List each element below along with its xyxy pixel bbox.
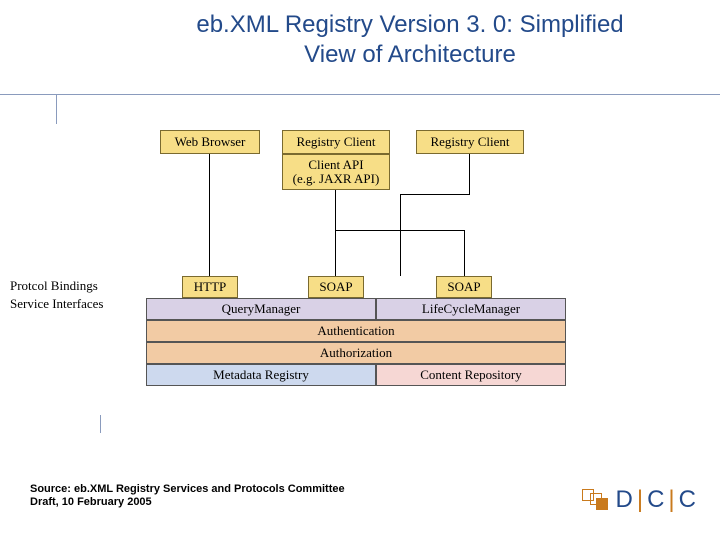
box-registry-client-2: Registry Client <box>416 130 524 154</box>
slide-title: eb.XML Registry Version 3. 0: Simplified… <box>0 0 720 76</box>
connector <box>335 190 336 276</box>
connector <box>209 154 210 276</box>
logo-sep-icon: | <box>635 486 647 513</box>
connector <box>400 194 401 276</box>
box-web-browser: Web Browser <box>160 130 260 154</box>
label-service-interfaces: Service Interfaces <box>10 296 103 312</box>
logo-letter-c1: C <box>647 486 666 513</box>
client-api-line1: Client API <box>308 158 363 172</box>
dcc-logo: D|C|C <box>582 486 699 514</box>
connector <box>335 230 465 231</box>
connector <box>400 194 470 195</box>
connector <box>469 154 470 194</box>
box-soap-2: SOAP <box>436 276 492 298</box>
architecture-diagram: Web Browser Registry Client Client API (… <box>60 130 660 430</box>
box-http: HTTP <box>182 276 238 298</box>
label-protocol-bindings: Protcol Bindings <box>10 278 98 294</box>
logo-letter-d: D <box>616 486 635 513</box>
tick-mark <box>56 94 57 124</box>
logo-squares-icon <box>582 489 608 511</box>
logo-letter-c2: C <box>679 486 698 513</box>
bar-content-repository: Content Repository <box>376 364 566 386</box>
client-api-line2: (e.g. JAXR API) <box>293 172 380 186</box>
logo-sep-icon: | <box>666 486 678 513</box>
logo-text: D|C|C <box>616 486 699 514</box>
box-client-api: Client API (e.g. JAXR API) <box>282 154 390 190</box>
bar-metadata-registry: Metadata Registry <box>146 364 376 386</box>
source-citation: Source: eb.XML Registry Services and Pro… <box>30 483 360 511</box>
bar-lifecycle-manager: LifeCycleManager <box>376 298 566 320</box>
box-registry-client-1: Registry Client <box>282 130 390 154</box>
box-soap-1: SOAP <box>308 276 364 298</box>
bar-authentication: Authentication <box>146 320 566 342</box>
divider-top <box>0 94 720 95</box>
bar-query-manager: QueryManager <box>146 298 376 320</box>
connector <box>464 230 465 276</box>
bar-authorization: Authorization <box>146 342 566 364</box>
